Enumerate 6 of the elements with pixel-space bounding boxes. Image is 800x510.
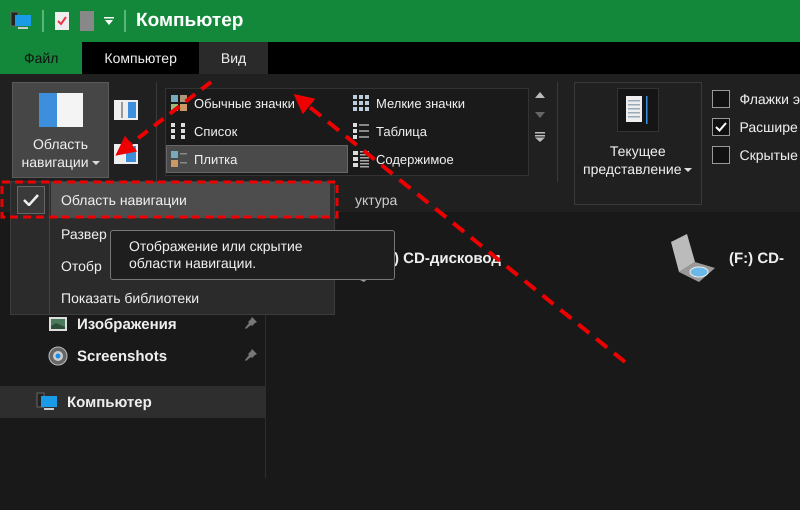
tooltip: Отображение или скрытие области навигации. (110, 230, 395, 280)
window-title: Компьютер (136, 10, 244, 32)
checkbox-label: Расшире (740, 119, 798, 135)
checkbox-label: Скрытые (740, 147, 798, 163)
checkbox-label: Флажки э (740, 91, 800, 107)
group-label: уктура (355, 192, 398, 208)
